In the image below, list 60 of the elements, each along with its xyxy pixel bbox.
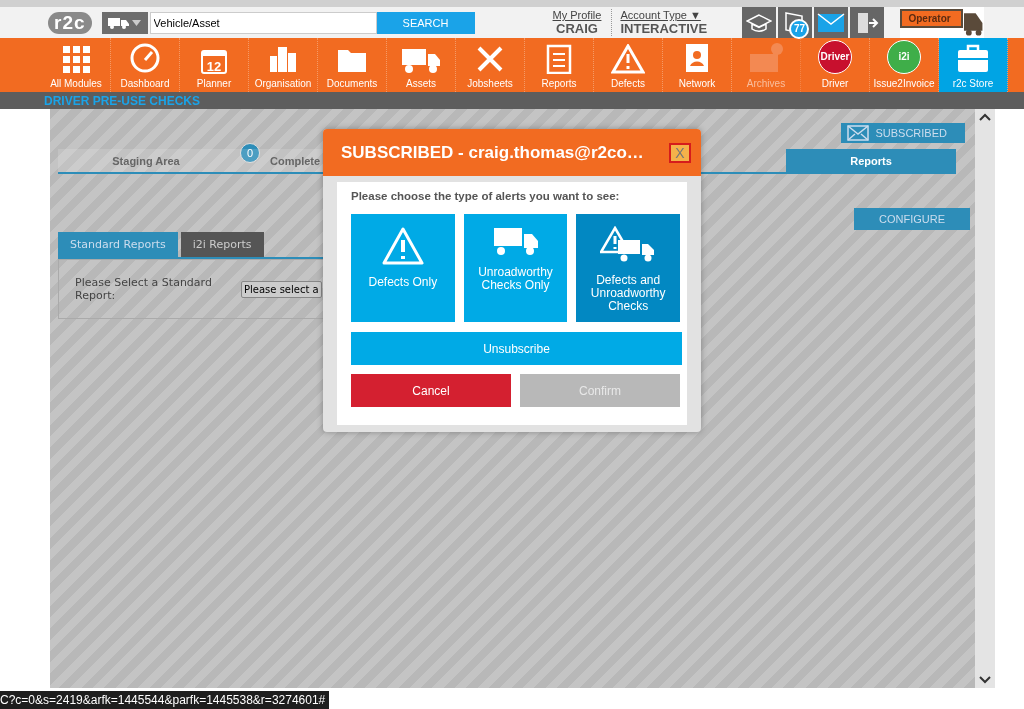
tab[interactable]: Staging Area [58, 149, 234, 172]
truck-icon [401, 46, 441, 74]
address-book-icon [683, 42, 711, 74]
dialog-title: SUBSCRIBED - craig.thomas@r2co… [341, 142, 644, 163]
dialog-prompt: Please choose the type of alerts you want to see: [351, 190, 621, 202]
gauge-icon [129, 42, 161, 74]
configure-button[interactable]: CONFIGURE [854, 208, 970, 230]
calendar-icon: 12 [201, 50, 227, 74]
notebook-button[interactable]: 77 [778, 7, 813, 38]
scroll-down-icon[interactable] [979, 676, 991, 684]
logo: r2c [48, 11, 92, 34]
account-type-link[interactable]: Account Type ▼ [620, 9, 741, 21]
grid-icon [61, 44, 91, 74]
warning-icon [611, 44, 645, 74]
logo-badge-icon: Driver [818, 40, 852, 74]
tab[interactable]: i2i Reports [180, 232, 264, 257]
warning-icon [380, 226, 425, 266]
mail-button[interactable] [814, 7, 849, 38]
scroll-up-icon[interactable] [979, 113, 991, 121]
page-title: DRIVER PRE-USE CHECKS [44, 93, 201, 108]
report-select[interactable]: Please select a [241, 280, 322, 298]
logout-icon [855, 10, 880, 35]
search-button[interactable]: SEARCH [376, 11, 475, 34]
briefcase-icon [957, 44, 989, 74]
tab[interactable]: Standard Reports [58, 232, 178, 257]
nav-item[interactable]: Driver Driver [801, 38, 870, 92]
my-profile-link[interactable]: My Profile [552, 9, 602, 21]
cancel-button[interactable]: Cancel [351, 374, 511, 407]
count-badge: 0 [240, 143, 260, 163]
alert-type-option[interactable]: Defects and Unroadworthy Checks [576, 214, 680, 322]
account-type-value: INTERACTIVE [620, 21, 709, 36]
report-label: Please Select a Standard Report: [75, 276, 213, 302]
vehicle-type-dropdown[interactable] [101, 11, 148, 34]
clipboard-icon [546, 42, 572, 74]
alert-type-option[interactable]: Unroadworthy Checks Only [463, 214, 568, 322]
nav-item[interactable]: Assets [387, 38, 456, 92]
search-field[interactable]: Vehicle/Asset [149, 11, 377, 34]
tab[interactable]: Reports [786, 149, 956, 172]
graduation-cap-icon [746, 12, 773, 33]
close-button[interactable]: X [669, 142, 691, 163]
logo-badge-icon: i2i [887, 40, 921, 74]
alert-type-option[interactable]: Defects Only [351, 214, 455, 322]
warning-truck-icon [600, 226, 657, 264]
nav-item[interactable]: r2c Store [939, 38, 1008, 92]
truck-caret-icon [107, 15, 142, 30]
notification-badge: 77 [789, 19, 810, 39]
status-url: C?c=0&s=2419&arfk=1445544&parfk=1445538&r=3274601# [0, 691, 330, 709]
mail-icon [817, 12, 846, 33]
buildings-icon [268, 44, 298, 74]
operator-truck-badge[interactable]: Operator [900, 7, 985, 38]
logout-button[interactable] [850, 7, 885, 38]
archive-lock-icon [748, 42, 784, 74]
tools-icon [475, 44, 505, 74]
nav-item[interactable]: Network [663, 38, 732, 92]
unsubscribe-button[interactable]: Unsubscribe [351, 332, 682, 365]
training-button[interactable] [742, 7, 777, 38]
mail-icon [847, 125, 870, 141]
truck-icon [492, 226, 539, 256]
user-name: CRAIG [556, 21, 598, 36]
subscribed-button[interactable]: SUBSCRIBED [841, 123, 965, 143]
